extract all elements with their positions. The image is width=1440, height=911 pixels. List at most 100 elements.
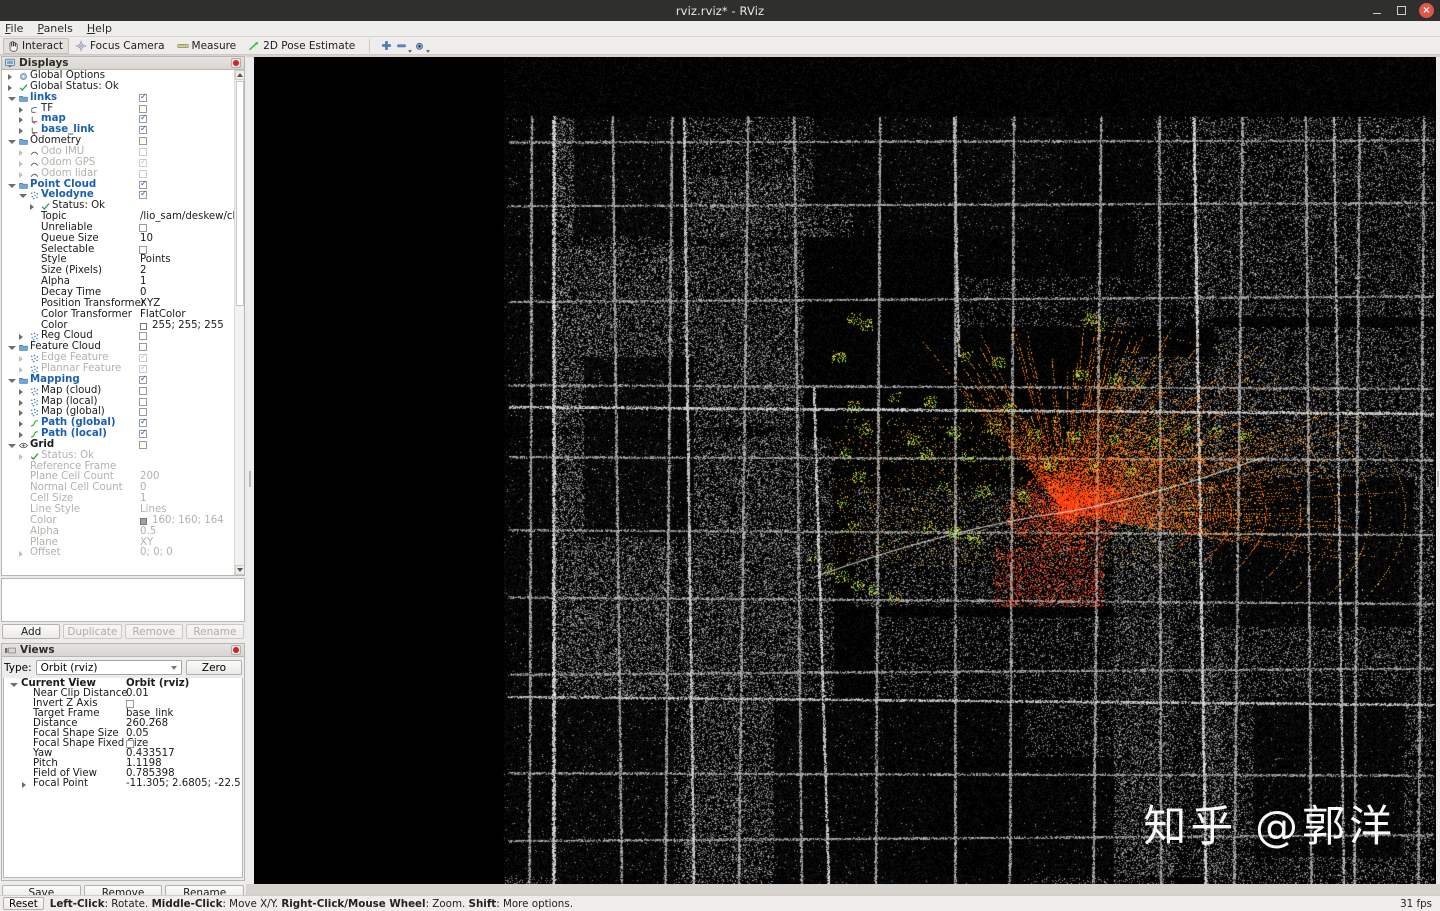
visibility-checkbox[interactable] (139, 245, 147, 254)
visibility-checkbox[interactable] (139, 332, 147, 341)
displays-tree-row[interactable]: map (2, 113, 233, 125)
minimize-button[interactable] (1369, 3, 1384, 18)
tree-expander[interactable] (19, 399, 23, 406)
tree-expander[interactable] (19, 551, 23, 558)
tree-expander[interactable] (19, 128, 23, 135)
dock-splitter[interactable] (246, 57, 254, 884)
displays-tree-row[interactable]: Topic/lio_sam/deskew/clou… (2, 211, 244, 223)
displays-add-button[interactable]: Add (2, 624, 61, 639)
visibility-checkbox[interactable] (139, 223, 147, 232)
displays-tree-row[interactable]: Point Cloud (2, 179, 233, 191)
tree-expander[interactable] (8, 96, 16, 101)
tree-expander[interactable] (8, 378, 16, 383)
visibility-checkbox[interactable] (139, 147, 147, 156)
remove-tool-button[interactable] (396, 38, 413, 54)
tree-expander[interactable] (19, 366, 23, 373)
displays-tree-row[interactable]: Velodyne (2, 189, 233, 201)
menu-panels[interactable]: Panels (37, 22, 72, 35)
displays-panel-close-icon[interactable] (231, 58, 241, 68)
displays-tree-row[interactable]: Size (Pixels) 2 (2, 265, 233, 277)
visibility-checkbox[interactable] (139, 137, 147, 146)
tree-expander[interactable] (22, 782, 26, 788)
visibility-checkbox[interactable] (139, 352, 147, 363)
views-tree[interactable]: Current View Orbit (rviz) Near Clip Distan… (3, 678, 243, 878)
tool-measure[interactable]: Measure (173, 38, 243, 54)
visibility-checkbox[interactable] (139, 343, 147, 352)
tree-expander[interactable] (19, 356, 23, 363)
right-splitter[interactable] (1436, 57, 1440, 884)
visibility-checkbox[interactable] (139, 417, 147, 428)
visibility-checkbox[interactable] (139, 374, 147, 384)
tree-expander[interactable] (19, 421, 23, 428)
tool-interact[interactable]: Interact (3, 37, 69, 54)
views-tree-row[interactable]: Focal Point -11.305; 2.6805; -22.5 (4, 778, 241, 790)
displays-tree-row[interactable]: Map (cloud) (2, 385, 233, 397)
displays-tree-row[interactable]: Status: Ok (2, 450, 233, 462)
visibility-checkbox[interactable] (139, 169, 147, 178)
displays-tree-row[interactable]: Path (global) (2, 417, 233, 429)
tree-expander[interactable] (19, 453, 23, 460)
displays-tree-row[interactable]: Alpha 0.5 (2, 526, 233, 538)
reset-button[interactable]: Reset (3, 897, 44, 910)
visibility-checkbox[interactable] (139, 179, 147, 189)
displays-tree-row[interactable]: Feature Cloud (2, 341, 233, 353)
close-button[interactable]: × (1419, 3, 1434, 18)
tree-expander[interactable] (19, 149, 23, 156)
maximize-button[interactable] (1394, 3, 1409, 18)
color-swatch[interactable] (140, 517, 147, 525)
tree-expander[interactable] (8, 443, 16, 448)
visibility-checkbox[interactable] (139, 92, 147, 102)
displays-tree-row[interactable]: Color 255; 255; 255 (2, 320, 233, 332)
tree-expander[interactable] (8, 140, 16, 145)
displays-tree-row[interactable]: Map (local) (2, 396, 233, 408)
tree-expander[interactable] (19, 117, 23, 124)
view-property-checkbox[interactable] (126, 740, 134, 748)
displays-tree-row[interactable]: Selectable (2, 244, 233, 256)
tree-expander[interactable] (30, 204, 34, 211)
tree-expander[interactable] (19, 160, 23, 167)
tree-expander[interactable] (8, 84, 12, 91)
visibility-checkbox[interactable] (139, 113, 147, 124)
displays-tree-row[interactable]: links (2, 92, 233, 104)
menu-file[interactable]: File (5, 22, 23, 35)
displays-tree[interactable]: Global OptionsGlobal Status: OklinksTFma… (1, 70, 245, 576)
tree-expander[interactable] (19, 106, 23, 113)
tree-expander[interactable] (10, 683, 18, 687)
view-type-combo[interactable]: Orbit (rviz) (35, 660, 182, 675)
tool-properties-button[interactable] (414, 38, 431, 54)
displays-tree-row[interactable]: TF (2, 103, 233, 115)
visibility-checkbox[interactable] (139, 189, 147, 200)
tree-expander[interactable] (8, 183, 16, 188)
zero-button[interactable]: Zero (186, 660, 242, 675)
visibility-checkbox[interactable] (139, 104, 147, 113)
menu-help[interactable]: Help (87, 22, 112, 35)
tree-expander[interactable] (19, 432, 23, 439)
displays-scrollbar[interactable] (234, 70, 244, 575)
visibility-checkbox[interactable] (139, 440, 147, 449)
displays-tree-row[interactable]: Grid (2, 439, 233, 451)
tree-expander[interactable] (19, 171, 23, 178)
tree-expander[interactable] (19, 388, 23, 395)
displays-tree-row[interactable]: Color Transformer FlatColor (2, 309, 233, 321)
displays-scroll-down-button[interactable] (235, 565, 244, 575)
displays-scroll-thumb[interactable] (236, 81, 244, 306)
point-cloud-canvas[interactable] (254, 57, 1436, 884)
tool-focus-camera[interactable]: Focus Camera (71, 38, 171, 54)
displays-scroll-up-button[interactable] (235, 70, 244, 80)
displays-tree-row[interactable]: Odom GPS (2, 157, 233, 169)
displays-tree-row[interactable]: Odometry (2, 135, 233, 147)
tree-expander[interactable] (8, 74, 12, 80)
view-property-checkbox[interactable] (126, 700, 134, 708)
render-viewport[interactable]: 知乎 @郭洋 (254, 57, 1436, 884)
displays-tree-row[interactable]: Odom lidar (2, 168, 233, 180)
color-swatch[interactable] (140, 322, 147, 330)
visibility-checkbox[interactable] (139, 124, 147, 135)
displays-tree-row[interactable]: Offset 0; 0; 0 (2, 548, 233, 559)
displays-tree-row[interactable]: Alpha 1 (2, 276, 233, 288)
tree-expander[interactable] (19, 194, 27, 199)
visibility-checkbox[interactable] (139, 386, 147, 395)
tool-2d-pose-estimate[interactable]: 2D Pose Estimate (244, 38, 361, 54)
visibility-checkbox[interactable] (139, 363, 147, 373)
displays-tree-row[interactable]: Queue Size 10 (2, 233, 233, 245)
tree-expander[interactable] (19, 410, 23, 417)
